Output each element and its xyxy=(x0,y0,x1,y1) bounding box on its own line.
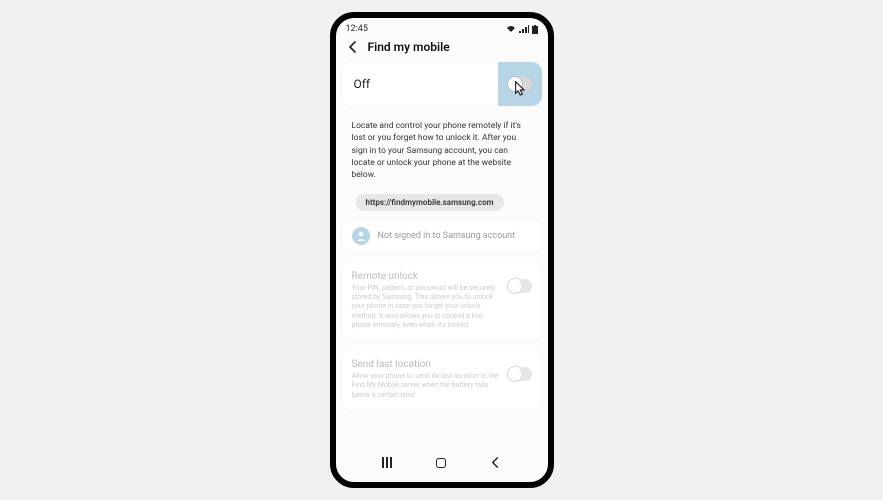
nav-recent-button[interactable] xyxy=(382,457,392,468)
main-toggle-label: Off xyxy=(342,65,383,103)
account-avatar-icon xyxy=(352,227,370,245)
main-toggle-switch[interactable] xyxy=(508,77,532,91)
back-button[interactable] xyxy=(346,40,360,54)
main-toggle-highlight[interactable] xyxy=(498,62,542,106)
nav-home-button[interactable] xyxy=(436,458,446,468)
send-last-location-title: Send last location xyxy=(352,359,500,370)
status-bar: 12:45 xyxy=(336,18,548,36)
wifi-icon xyxy=(506,25,516,33)
send-last-location-switch xyxy=(508,367,532,381)
feature-description: Locate and control your phone remotely i… xyxy=(342,114,542,190)
remote-unlock-card: Remote unlock Your PIN, pattern, or pass… xyxy=(342,261,542,341)
main-toggle-card[interactable]: Off xyxy=(342,62,542,106)
remote-unlock-switch xyxy=(508,279,532,293)
app-bar: Find my mobile xyxy=(336,36,548,62)
content-area: Off Locate and control your phone remote… xyxy=(336,62,548,410)
send-last-location-desc: Allow your phone to send its last locati… xyxy=(352,372,500,400)
remote-unlock-title: Remote unlock xyxy=(352,271,500,282)
status-icons xyxy=(506,25,538,34)
account-card[interactable]: Not signed in to Samsung account xyxy=(342,219,542,253)
send-last-location-card: Send last location Allow your phone to s… xyxy=(342,349,542,410)
battery-icon xyxy=(532,25,538,34)
nav-back-button[interactable] xyxy=(490,453,501,472)
phone-frame: 12:45 Find my mobile Off Locate and cont… xyxy=(330,12,554,488)
page-title: Find my mobile xyxy=(368,40,450,54)
account-status-text: Not signed in to Samsung account xyxy=(378,231,516,241)
navigation-bar xyxy=(336,449,548,476)
status-time: 12:45 xyxy=(346,24,368,34)
website-url-button[interactable]: https://findmymobile.samsung.com xyxy=(356,194,504,211)
signal-icon xyxy=(519,25,529,33)
remote-unlock-desc: Your PIN, pattern, or password will be s… xyxy=(352,284,500,331)
